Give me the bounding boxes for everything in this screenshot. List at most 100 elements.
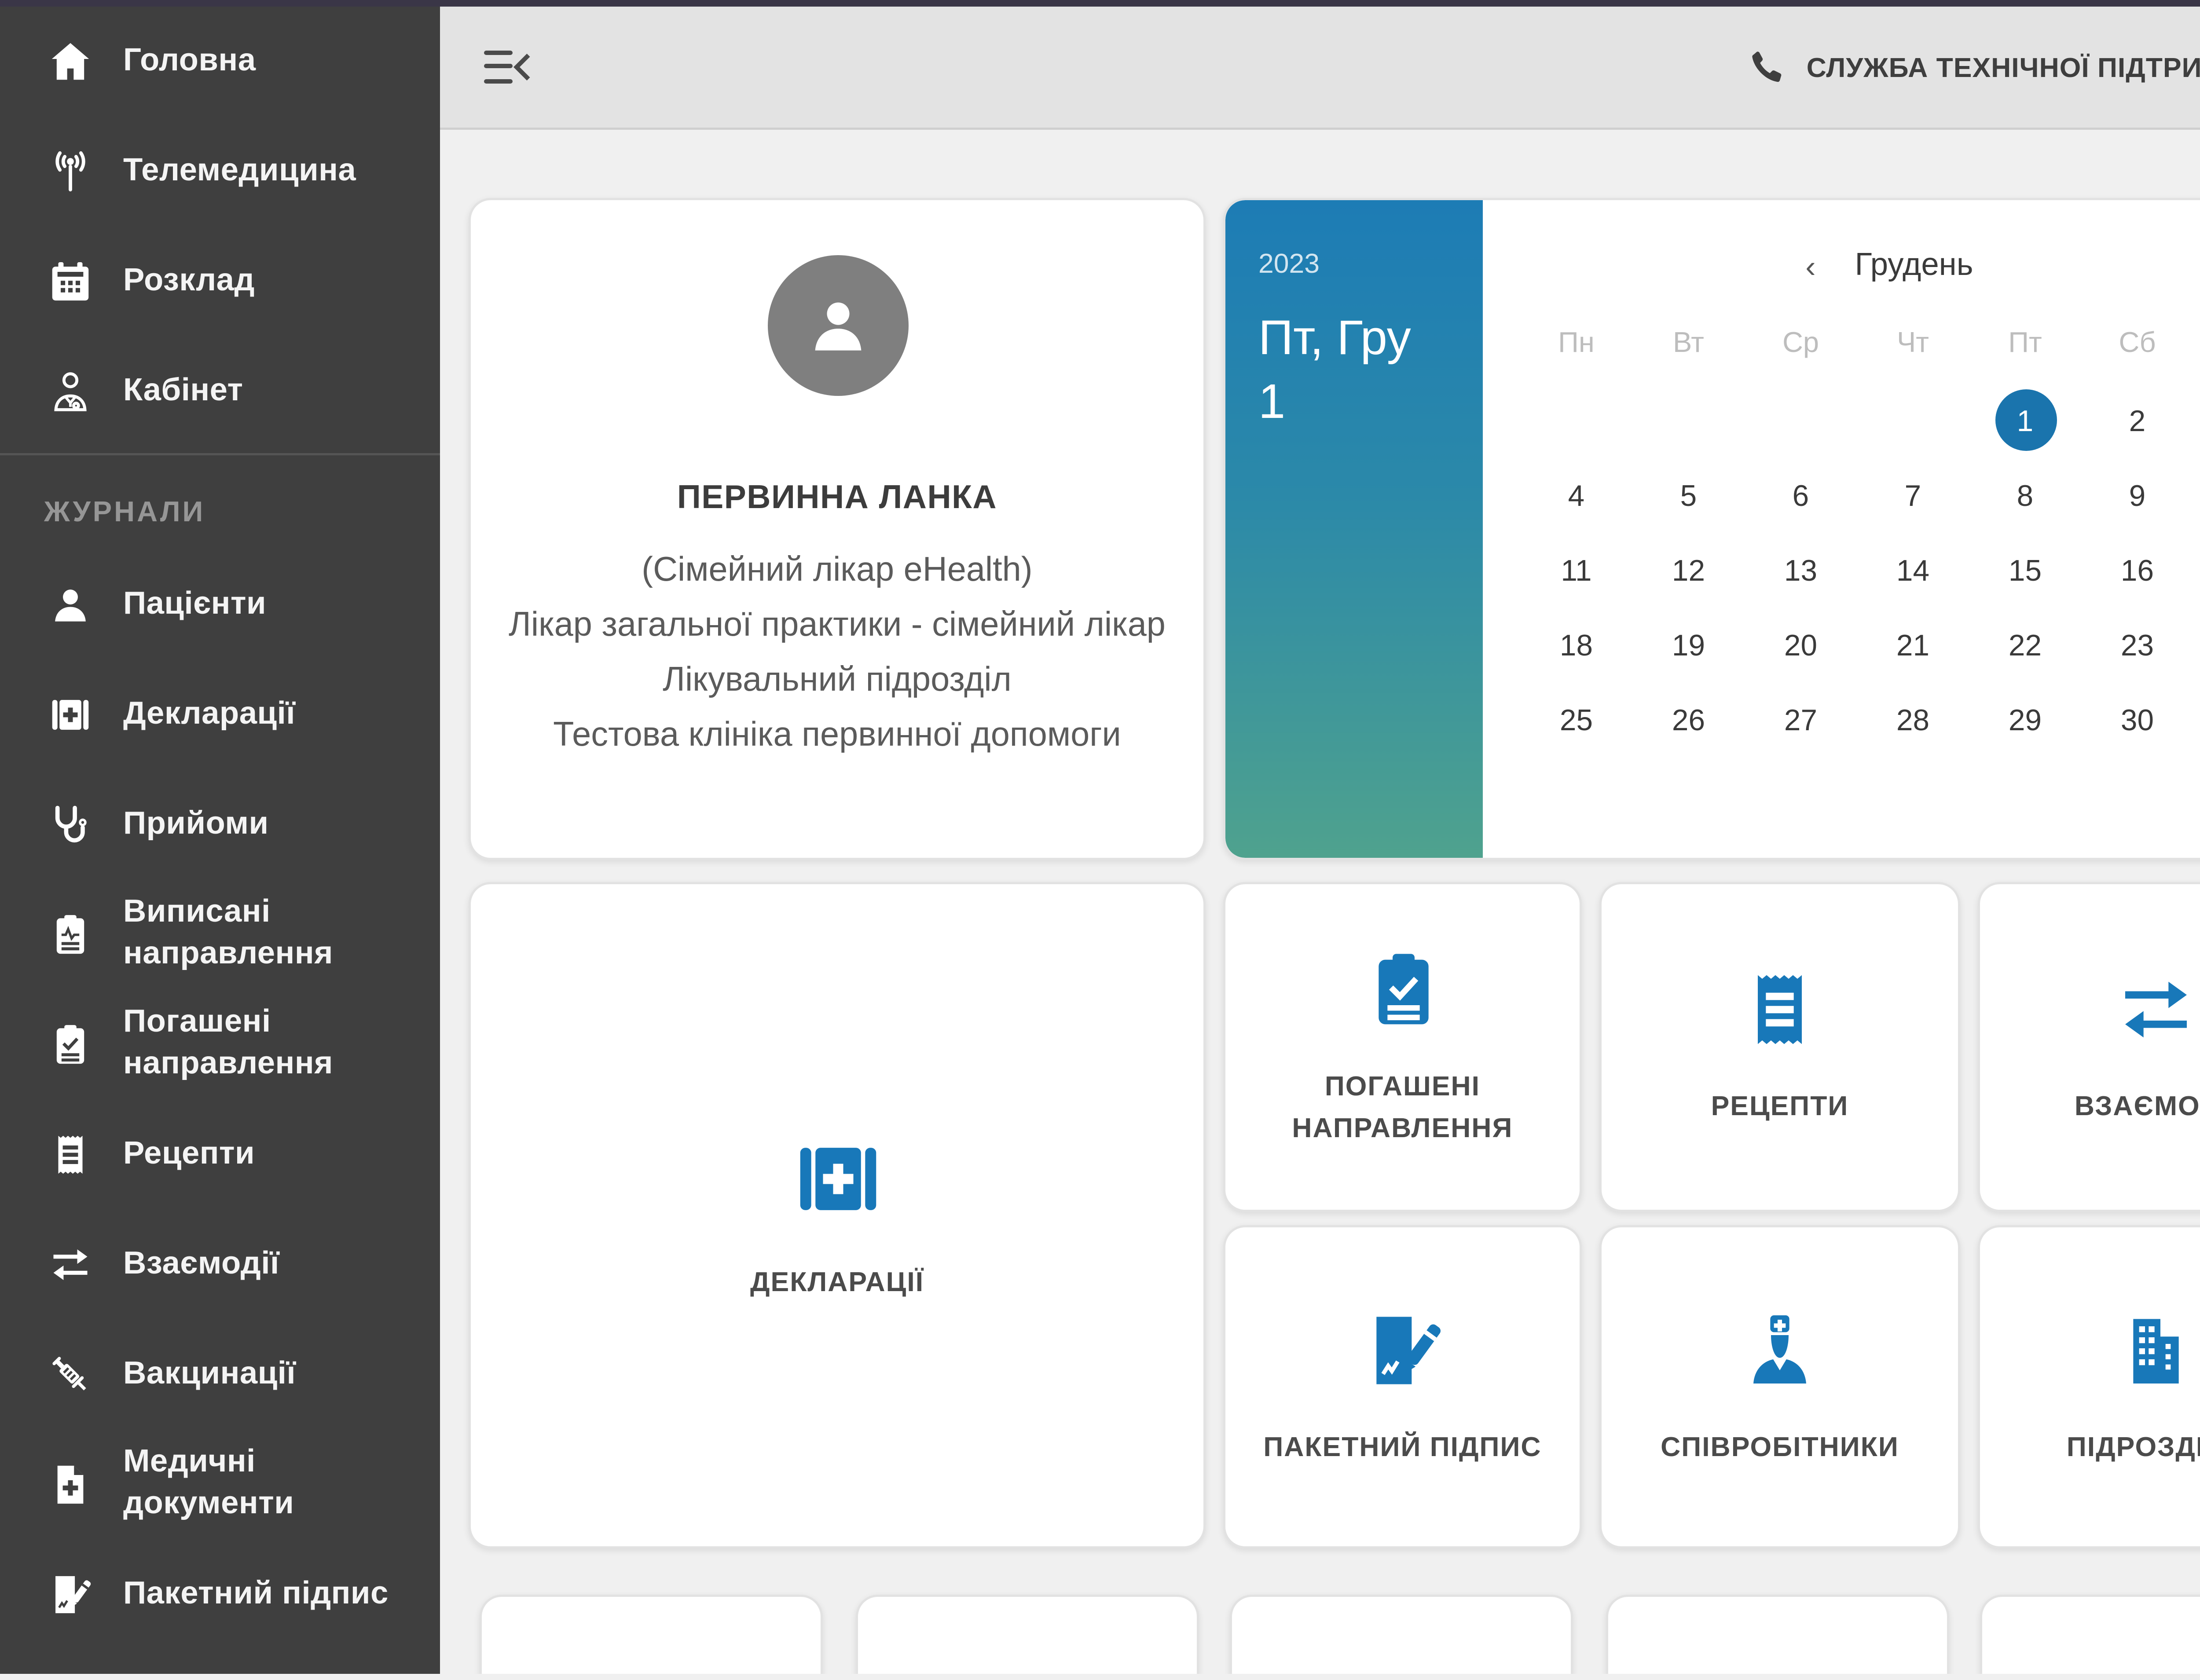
- calendar-day-1[interactable]: 1: [1969, 383, 2081, 458]
- tile-label: ДЕКЛАРАЦІЇ: [750, 1262, 924, 1303]
- tile-label: СПІВРОБІТНИКИ: [1661, 1427, 1899, 1468]
- sidebar-item-vaktsynatsii[interactable]: Вакцинації: [0, 1320, 440, 1430]
- calendar-day-31[interactable]: 31: [2193, 682, 2200, 757]
- document-pen-icon: [1359, 1306, 1447, 1394]
- calendar-weekday: Нд: [2193, 326, 2200, 359]
- calendar-day-17[interactable]: 17: [2193, 532, 2200, 607]
- calendar-day-19[interactable]: 19: [1632, 607, 1745, 682]
- sidebar-item-label: Пацієнти: [123, 584, 266, 626]
- calendar-day-4[interactable]: 4: [1520, 458, 1632, 532]
- sidebar-item-label: Пакетний підпис: [123, 1574, 389, 1616]
- tile-label: РЕЦЕПТИ: [1711, 1087, 1849, 1128]
- swap-arrows-icon: [2112, 966, 2200, 1054]
- profile-line: Лікувальний підрозділ: [509, 653, 1166, 708]
- sidebar-item-label: Рецепти: [123, 1134, 255, 1176]
- tile-spivrobitnyky[interactable]: СПІВРОБІТНИКИ: [1599, 1225, 1960, 1548]
- calendar-weekday: Пт: [1969, 326, 2081, 359]
- calendar-side-year: 2023: [1258, 249, 1483, 279]
- calendar-day-26[interactable]: 26: [1632, 682, 1745, 757]
- sidebar-item-pohasheni[interactable]: Погашені направлення: [0, 990, 440, 1100]
- calendar-day-empty: [1632, 383, 1745, 458]
- sidebar-item-vypysani[interactable]: Виписані направлення: [0, 880, 440, 990]
- tile-label: ПОГАШЕНІ НАПРАВЛЕННЯ: [1247, 1066, 1558, 1149]
- calendar-day-6[interactable]: 6: [1745, 458, 1857, 532]
- calendar-day-20[interactable]: 20: [1745, 607, 1857, 682]
- calendar-day-27[interactable]: 27: [1745, 682, 1857, 757]
- sidebar-item-label: Погашені направлення: [123, 1003, 418, 1087]
- calendar-body: ‹ Грудень › ‹ 2023 › ПнВтСрЧтПтСбНд 1234…: [1483, 200, 2200, 858]
- tile-vzaiemodii[interactable]: ВЗАЄМОДІЇ: [1978, 882, 2200, 1212]
- sidebar-item-meddoky[interactable]: Медичні документи: [0, 1430, 440, 1540]
- dashboard-main: ПЕРВИННА ЛАНКА (Сімейний лікар eHealth) …: [440, 130, 2200, 1674]
- sidebar-item-telemedytsyna[interactable]: Телемедицина: [0, 117, 440, 227]
- calendar-day-21[interactable]: 21: [1857, 607, 1969, 682]
- calendar-day-29[interactable]: 29: [1969, 682, 2081, 757]
- calendar-weekday: Сб: [2081, 326, 2193, 359]
- calendar-day-2[interactable]: 2: [2081, 383, 2193, 458]
- calendar-day-10[interactable]: 10: [2193, 458, 2200, 532]
- bottom-tile-3[interactable]: [1230, 1595, 1573, 1674]
- ehealth-dashboard: ГоловнаТелемедицинаРозкладКабінетЖУРНАЛИ…: [0, 0, 2200, 1680]
- sidebar-item-deklaratsii[interactable]: Декларації: [0, 660, 440, 770]
- building-icon: [2112, 1306, 2200, 1394]
- employee-icon: [1736, 1306, 1824, 1394]
- calendar-day-23[interactable]: 23: [2081, 607, 2193, 682]
- calendar-day-5[interactable]: 5: [1632, 458, 1745, 532]
- calendar-weekday: Чт: [1857, 326, 1969, 359]
- bottom-tile-1[interactable]: [480, 1595, 823, 1674]
- window-top-strip: [0, 0, 2200, 7]
- doctor-icon: [44, 365, 97, 418]
- calendar-week-row: 11121314151617: [1520, 532, 2200, 607]
- calendar-day-13[interactable]: 13: [1745, 532, 1857, 607]
- sidebar-item-rozklad[interactable]: Розклад: [0, 227, 440, 337]
- bottom-tile-2[interactable]: [856, 1595, 1199, 1674]
- sidebar-item-pryiomy[interactable]: Прийоми: [0, 770, 440, 880]
- calendar-day-9[interactable]: 9: [2081, 458, 2193, 532]
- calendar-day-25[interactable]: 25: [1520, 682, 1632, 757]
- sidebar-item-patsiienty[interactable]: Пацієнти: [0, 550, 440, 660]
- calendar-day-22[interactable]: 22: [1969, 607, 2081, 682]
- calendar-week-row: 18192021222324: [1520, 607, 2200, 682]
- calendar-weekday: Пн: [1520, 326, 1632, 359]
- sidebar-item-paketnyi[interactable]: Пакетний підпис: [0, 1540, 440, 1650]
- calendar-day-8[interactable]: 8: [1969, 458, 2081, 532]
- calendar-day-18[interactable]: 18: [1520, 607, 1632, 682]
- calendar-day-12[interactable]: 12: [1632, 532, 1745, 607]
- profile-title: ПЕРВИННА ЛАНКА: [677, 479, 997, 517]
- profile-card: ПЕРВИННА ЛАНКА (Сімейний лікар eHealth) …: [469, 198, 1206, 860]
- tile-retsepty[interactable]: РЕЦЕПТИ: [1599, 882, 1960, 1212]
- tile-pidrozdily[interactable]: ПІДРОЗДІЛИ: [1978, 1225, 2200, 1548]
- calendar-day-3[interactable]: 3: [2193, 383, 2200, 458]
- sidebar-item-label: Виписані направлення: [123, 893, 418, 977]
- profile-line: (Сімейний лікар eHealth): [509, 543, 1166, 598]
- sidebar-item-retsepty[interactable]: Рецепти: [0, 1100, 440, 1210]
- sidebar-item-kabinet[interactable]: Кабінет: [0, 337, 440, 447]
- calendar-day-28[interactable]: 28: [1857, 682, 1969, 757]
- calendar-day-11[interactable]: 11: [1520, 532, 1632, 607]
- tile-deklaratsii[interactable]: ДЕКЛАРАЦІЇ: [469, 882, 1206, 1548]
- bottom-tile-5[interactable]: [1980, 1595, 2200, 1674]
- topbar: СЛУЖБА ТЕХНІЧНОЇ ПІДТРИМКИ 0 800 33 54 2…: [440, 7, 2200, 130]
- tile-paketnyi[interactable]: ПАКЕТНИЙ ПІДПИС: [1223, 1225, 1582, 1548]
- stethoscope-icon: [44, 798, 97, 851]
- calendar-day-16[interactable]: 16: [2081, 532, 2193, 607]
- tile-label: ПАКЕТНИЙ ПІДПИС: [1263, 1427, 1541, 1468]
- calendar-day-7[interactable]: 7: [1857, 458, 1969, 532]
- sidebar-collapse-icon[interactable]: [484, 50, 532, 85]
- tile-pohasheni[interactable]: ПОГАШЕНІ НАПРАВЛЕННЯ: [1223, 882, 1582, 1212]
- calendar-day-empty: [1745, 383, 1857, 458]
- tile-label: ВЗАЄМОДІЇ: [2075, 1087, 2200, 1128]
- bottom-tile-4[interactable]: [1606, 1595, 1949, 1674]
- sidebar-item-label: Вакцинації: [123, 1354, 296, 1396]
- calendar-day-30[interactable]: 30: [2081, 682, 2193, 757]
- profile-line: Лікар загальної практики - сімейний ліка…: [509, 598, 1166, 653]
- prev-month-button[interactable]: ‹: [1793, 249, 1828, 284]
- calendar-day-14[interactable]: 14: [1857, 532, 1969, 607]
- sidebar-item-vzaiemodii[interactable]: Взаємодії: [0, 1210, 440, 1320]
- sidebar-item-label: Кабінет: [123, 371, 243, 413]
- calendar-weekday-row: ПнВтСрЧтПтСбНд: [1520, 326, 2200, 359]
- calendar-day-24[interactable]: 24: [2193, 607, 2200, 682]
- receipt-icon: [44, 1128, 97, 1181]
- calendar-day-15[interactable]: 15: [1969, 532, 2081, 607]
- sidebar-item-holovna[interactable]: Головна: [0, 7, 440, 117]
